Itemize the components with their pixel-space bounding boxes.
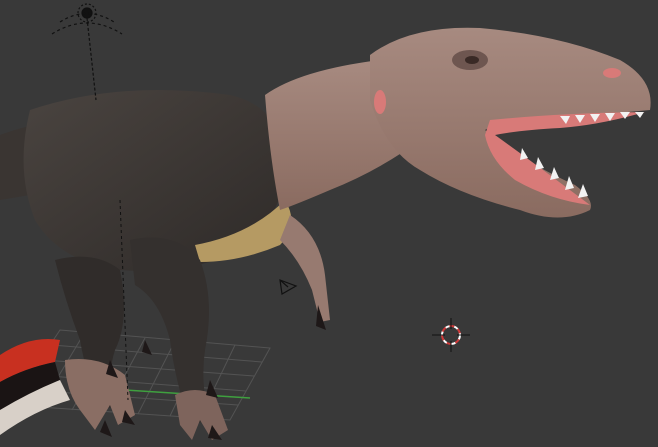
sun-lamp-icon[interactable] xyxy=(51,3,123,101)
camera-icon[interactable] xyxy=(279,279,298,295)
red-prop xyxy=(0,339,70,435)
near-foot xyxy=(175,390,228,440)
3d-viewport[interactable] xyxy=(0,0,658,447)
3d-cursor-icon[interactable] xyxy=(432,318,470,352)
arm xyxy=(280,215,330,322)
nostril xyxy=(603,68,621,78)
ear-opening xyxy=(374,90,386,114)
